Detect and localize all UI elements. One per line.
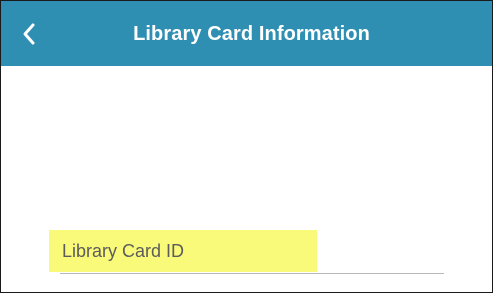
page-title: Library Card Information (133, 23, 370, 45)
nav-header: Library Card Information (1, 1, 492, 66)
input-underline (60, 273, 444, 274)
screen: Library Card Information (0, 0, 493, 293)
library-card-id-input[interactable] (60, 231, 446, 271)
